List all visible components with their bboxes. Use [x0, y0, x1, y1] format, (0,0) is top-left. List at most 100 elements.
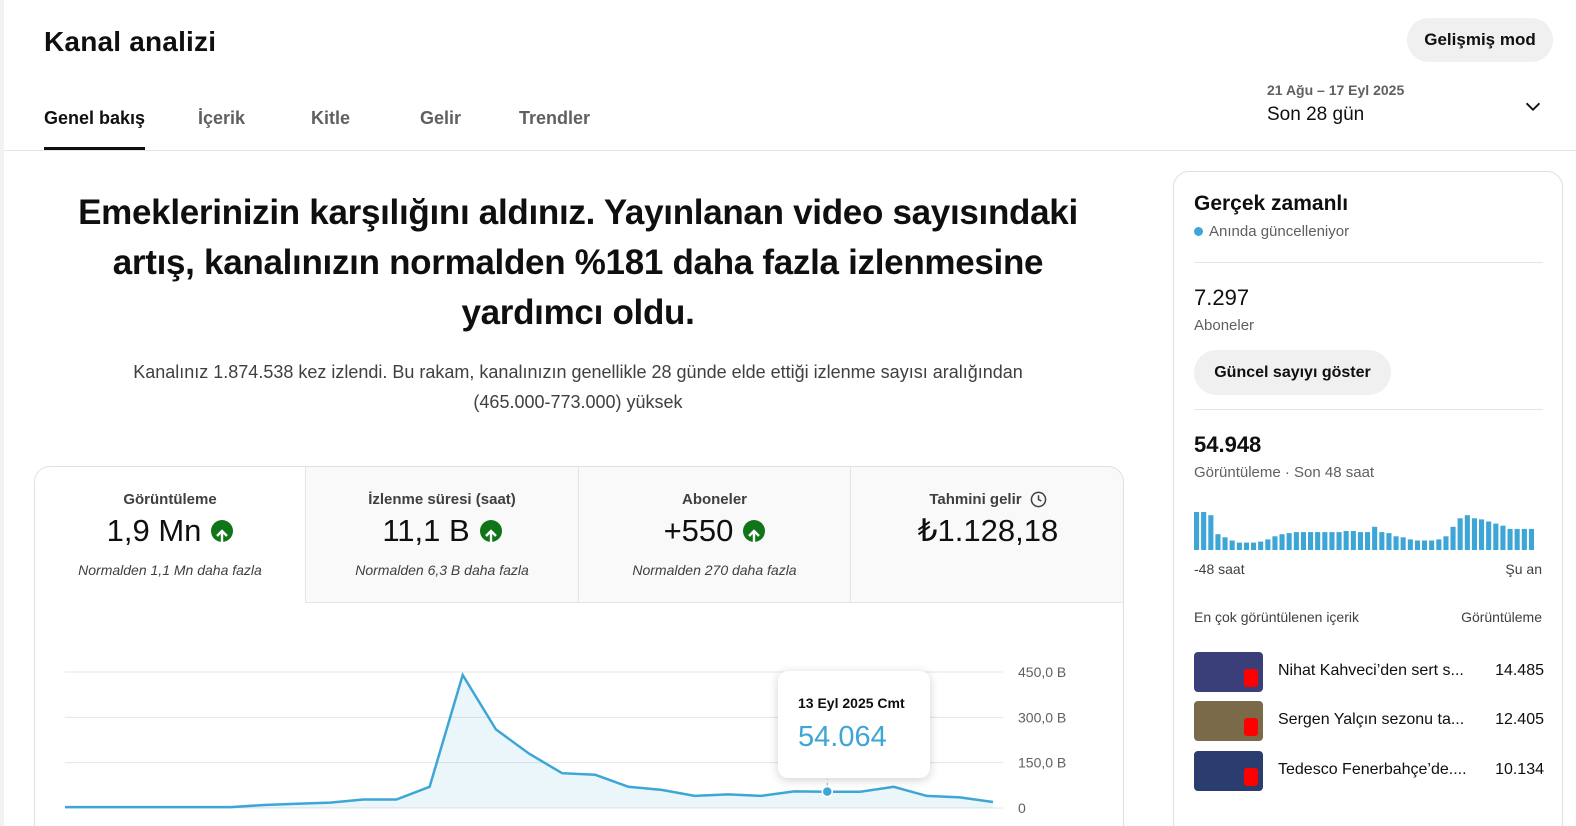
shorts-icon — [1244, 669, 1258, 687]
realtime-bar — [1201, 512, 1207, 550]
tab-audience[interactable]: Kitle — [311, 100, 350, 150]
top-content-title[interactable]: Nihat Kahveci’den sert s... — [1278, 662, 1468, 680]
realtime-bar — [1486, 521, 1492, 550]
metric-value-row: +550 — [579, 513, 850, 549]
chevron-down-icon[interactable] — [1522, 96, 1544, 118]
top-content-views: 10.134 — [1495, 761, 1544, 778]
top-content-header: En çok görüntülenen içerik — [1194, 609, 1359, 625]
shorts-icon — [1244, 718, 1258, 736]
realtime-bar — [1315, 532, 1321, 550]
top-content-title[interactable]: Sergen Yalçın sezonu ta... — [1278, 711, 1468, 729]
metric-note: Normalden 1,1 Mn daha fazla — [78, 562, 262, 578]
realtime-bar-chart[interactable] — [1194, 510, 1536, 550]
metric-value: 11,1 B — [382, 513, 470, 548]
tab-trends[interactable]: Trendler — [519, 100, 590, 150]
realtime-bar — [1293, 532, 1299, 550]
arrow-up-icon — [479, 520, 502, 543]
video-thumbnail[interactable] — [1194, 701, 1263, 741]
realtime-views-label: Görüntüleme · Son 48 saat — [1194, 464, 1375, 481]
realtime-bar — [1357, 532, 1363, 550]
shorts-icon — [1244, 768, 1258, 786]
top-content-item[interactable]: Sergen Yalçın sezonu ta... 12.405 — [1194, 701, 1544, 741]
realtime-bar — [1514, 528, 1520, 550]
arrow-up-icon — [211, 520, 234, 543]
realtime-bar — [1265, 539, 1271, 550]
metric-label: Görüntüleme — [123, 491, 217, 508]
live-dot-icon — [1194, 227, 1203, 236]
realtime-bar — [1422, 540, 1428, 550]
video-thumbnail[interactable] — [1194, 652, 1263, 692]
realtime-bar — [1479, 519, 1485, 550]
tooltip-value: 54.064 — [798, 721, 887, 753]
views-chart[interactable]: 450,0 B 300,0 B 150,0 B 0 — [35, 603, 1124, 826]
realtime-bar — [1407, 539, 1413, 550]
metric-value: ₺1.128,18 — [917, 513, 1059, 548]
realtime-bar — [1393, 536, 1399, 550]
realtime-bar — [1521, 528, 1527, 550]
realtime-bar — [1258, 541, 1264, 550]
metric-value-row: ₺1.128,18 — [851, 513, 1123, 549]
top-content-item[interactable]: Tedesco Fenerbahçe’de.... 10.134 — [1194, 751, 1544, 791]
tab-revenue[interactable]: Gelir — [420, 100, 461, 150]
realtime-subscribers-value: 7.297 — [1194, 285, 1250, 310]
realtime-bar — [1222, 537, 1228, 550]
advanced-mode-button[interactable]: Gelişmiş mod — [1407, 18, 1553, 62]
realtime-bar — [1386, 533, 1392, 550]
top-content-title[interactable]: Tedesco Fenerbahçe’de.... — [1278, 761, 1468, 779]
realtime-bar — [1365, 532, 1371, 550]
tab-content[interactable]: İçerik — [198, 100, 245, 150]
realtime-bar — [1208, 515, 1214, 550]
left-edge — [0, 0, 4, 826]
realtime-bar — [1528, 528, 1534, 550]
metric-views[interactable]: Görüntüleme 1,9 Mn Normalden 1,1 Mn daha… — [35, 467, 306, 603]
metric-value-row: 1,9 Mn — [35, 513, 305, 549]
chart-tooltip: 13 Eyl 2025 Cmt 54.064 — [778, 671, 930, 778]
video-thumbnail[interactable] — [1194, 751, 1263, 791]
tab-overview[interactable]: Genel bakış — [44, 100, 146, 150]
realtime-axis-end: Şu an — [1505, 561, 1542, 577]
metric-revenue[interactable]: Tahmini gelir ₺1.128,18 — [851, 467, 1123, 603]
realtime-bar — [1308, 532, 1314, 550]
metric-label: Tahmini gelir — [929, 491, 1022, 508]
metric-note: Normalden 270 daha fazla — [632, 562, 797, 578]
metric-value: 1,9 Mn — [106, 513, 202, 548]
highlight-point — [821, 785, 834, 798]
insight-subtext: Kanalınız 1.874.538 kez izlendi. Bu raka… — [133, 362, 1023, 412]
realtime-bar — [1279, 534, 1285, 550]
top-content-item[interactable]: Nihat Kahveci’den sert s... 14.485 — [1194, 652, 1544, 692]
header-divider — [4, 150, 1576, 151]
realtime-bar — [1493, 523, 1499, 550]
date-range[interactable]: 21 Ağu – 17 Eyl 2025 — [1267, 82, 1404, 98]
realtime-bar — [1236, 542, 1242, 550]
realtime-bar — [1436, 539, 1442, 550]
realtime-axis-start: -48 saat — [1194, 561, 1245, 577]
realtime-bar — [1343, 531, 1349, 550]
realtime-bar — [1215, 534, 1221, 550]
metric-watch-time[interactable]: İzlenme süresi (saat) 11,1 B Normalden 6… — [306, 467, 579, 603]
metric-label-row: Tahmini gelir — [851, 491, 1123, 508]
realtime-bar — [1400, 537, 1406, 550]
metric-label: İzlenme süresi (saat) — [368, 491, 516, 508]
top-views-header: Görüntüleme — [1461, 609, 1542, 625]
y-tick-label: 0 — [1018, 800, 1026, 816]
y-tick-label: 450,0 B — [1018, 664, 1066, 680]
realtime-title: Gerçek zamanlı — [1194, 192, 1349, 215]
metric-subscribers[interactable]: Aboneler +550 Normalden 270 daha fazla — [579, 467, 851, 603]
show-current-count-button[interactable]: Güncel sayıyı göster — [1194, 350, 1391, 395]
realtime-bar — [1229, 540, 1235, 550]
insight-headline: Emeklerinizin karşılığını aldınız. Yayın… — [78, 193, 1078, 332]
realtime-bar — [1322, 532, 1328, 550]
realtime-bar — [1329, 532, 1335, 550]
realtime-bar — [1414, 540, 1420, 550]
top-content-views: 12.405 — [1495, 711, 1544, 728]
realtime-bar — [1450, 526, 1456, 550]
metric-value: +550 — [663, 513, 734, 548]
divider — [1194, 262, 1543, 263]
realtime-bar — [1286, 533, 1292, 550]
realtime-bar — [1272, 536, 1278, 550]
realtime-bar — [1336, 532, 1342, 550]
realtime-bar — [1251, 542, 1257, 550]
date-period-label[interactable]: Son 28 gün — [1267, 104, 1364, 126]
realtime-bar — [1471, 518, 1477, 550]
top-content-views: 14.485 — [1495, 662, 1544, 679]
